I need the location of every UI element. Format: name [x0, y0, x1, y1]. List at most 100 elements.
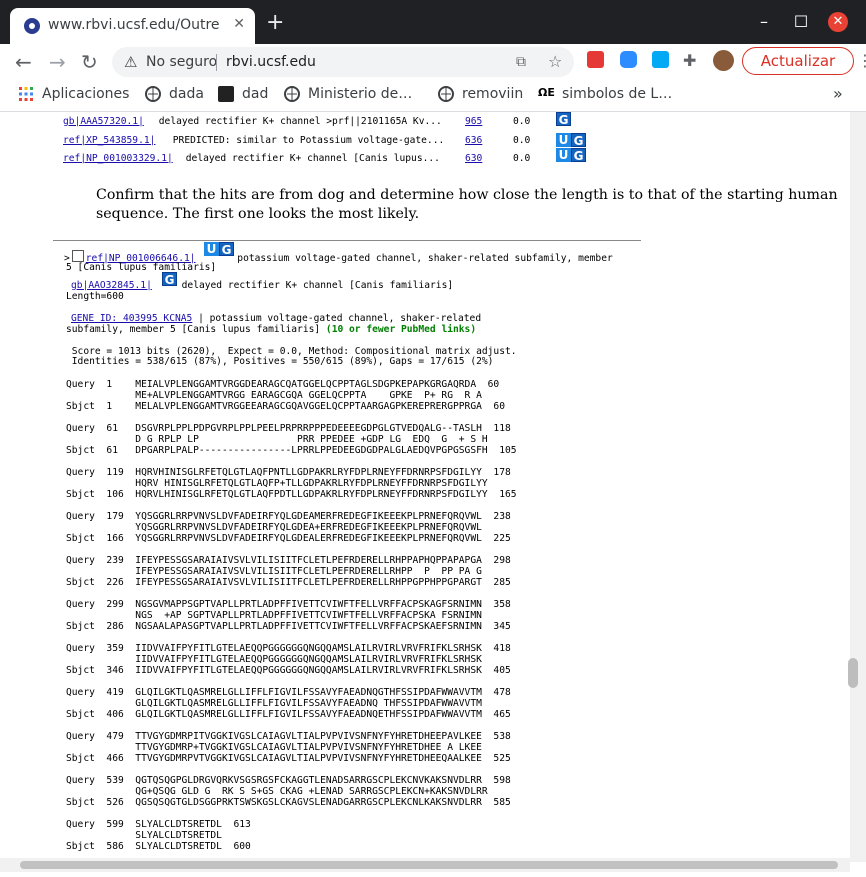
- vertical-scrollbar[interactable]: [850, 112, 866, 862]
- globe-icon: [438, 86, 454, 102]
- extensions-puzzle-icon[interactable]: ✚: [683, 51, 696, 70]
- unigene-u-icon[interactable]: U: [204, 242, 219, 256]
- tab-close-icon[interactable]: ✕: [233, 16, 245, 32]
- zoom-icon[interactable]: [620, 51, 637, 68]
- record-description: potassium voltage-gated channel, shaker-…: [231, 253, 613, 264]
- hit-row: gb|AAA57320.1| delayed rectifier K+ chan…: [63, 112, 623, 130]
- hit-evalue: 0.0: [513, 116, 531, 127]
- record-length: Length=600: [66, 291, 124, 302]
- address-bar[interactable]: ⚠ No seguro rbvi.ucsf.edu ⧉ ☆: [112, 47, 574, 77]
- divider: [216, 54, 217, 71]
- pubmed-links[interactable]: (10 or fewer PubMed links): [326, 324, 476, 335]
- new-tab-button[interactable]: +: [266, 12, 284, 34]
- alignment-query-line: Query 419 GLQILGKTLQASMRELGLLIFFLFIGVILF…: [66, 687, 511, 698]
- alignment-query-line: Query 299 NGSGVMAPPSGPTVAPLLPRTLADPFFIVE…: [66, 599, 511, 610]
- gene-line: GENE ID: 403995 KCNA5 | potassium voltag…: [71, 313, 481, 324]
- url-text[interactable]: rbvi.ucsf.edu: [226, 54, 316, 70]
- alignment-subject-line: Sbjct 526 QGSQSQGTGLDSGGPRKTSWSKGSLCKAGV…: [66, 796, 511, 808]
- profile-avatar[interactable]: [713, 50, 734, 71]
- tab-strip: www.rbvi.ucsf.edu/Outre ✕ + – ☐ ✕: [0, 0, 866, 44]
- record-description: delayed rectifier K+ channel [Canis fami…: [175, 280, 454, 291]
- alignment-match-line: QG+QSQG GLD G RK S S+GS CKAG +LENAD SARR…: [66, 785, 488, 797]
- apps-grid-icon[interactable]: [18, 86, 34, 102]
- bookmark-simbolos[interactable]: simbolos de L…: [562, 86, 672, 102]
- gene-id-link[interactable]: GENE ID: 403995 KCNA5: [71, 313, 192, 324]
- bookmarks-bar: Aplicaciones dada dad Ministerio de… rem…: [0, 80, 866, 112]
- alignment-subject-line: Sbjct 226 IFEYPESSGSARAIAIVSVLVILISIITFC…: [66, 576, 511, 588]
- minimize-icon[interactable]: –: [754, 12, 774, 31]
- alignment-subject-line: Sbjct 106 HQRVLHINISGLRFETQLGTLAQFPDTLLG…: [66, 488, 517, 500]
- bookmarks-overflow-icon[interactable]: »: [833, 84, 843, 103]
- record-description-cont: 5 [Canis lupus familiaris]: [66, 262, 217, 273]
- gene-g-icon[interactable]: G: [219, 242, 234, 257]
- hit-description: delayed rectifier K+ channel >prf||21011…: [153, 116, 442, 127]
- site-icon: ΩE: [538, 86, 555, 99]
- window-close-icon[interactable]: ✕: [828, 12, 848, 32]
- accession-link[interactable]: gb|AAO32845.1|: [71, 280, 152, 291]
- alignment-match-line: IFEYPESSGSARAIAIVSVLVILISIITFCLETLPEFRDE…: [66, 565, 482, 577]
- alignment-match-line: GLQILGKTLQASMRELGLLIFFLFIGVILFSSAVYFAEAD…: [66, 697, 482, 709]
- browser-toolbar: ← → ↻ ⚠ No seguro rbvi.ucsf.edu ⧉ ☆ ✚ Ac…: [0, 44, 866, 80]
- globe-icon: [284, 86, 300, 102]
- alignment-query-line: Query 119 HQRVHINISGLRFETQLGTLAQFPNTLLGD…: [66, 467, 511, 478]
- hit-score-link[interactable]: 636: [465, 135, 482, 146]
- horizontal-scroll-thumb[interactable]: [20, 861, 838, 869]
- alignment-match-line: SLYALCLDTSRETDL: [66, 829, 222, 841]
- alignment-query-line: Query 599 SLYALCLDTSRETDL 613: [66, 819, 251, 830]
- update-button[interactable]: Actualizar: [742, 47, 854, 75]
- gene-description: | potassium voltage-gated channel, shake…: [192, 313, 482, 324]
- gene-g-icon[interactable]: G: [571, 133, 586, 148]
- hit-description: PREDICTED: similar to Potassium voltage-…: [167, 135, 445, 146]
- back-arrow-icon[interactable]: ←: [15, 50, 32, 74]
- alignment-query-line: Query 539 QGTQSQGPGLDRGVQRKVSGSRGSFCKAGG…: [66, 775, 511, 786]
- alignment-query-line: Query 61 DSGVRPLPPLPDPGVRPLPPLPEELPRPRRP…: [66, 423, 511, 434]
- identities-line: Identities = 538/615 (87%), Positives = …: [66, 356, 494, 367]
- extension-cube-icon[interactable]: [652, 51, 669, 68]
- browser-tab[interactable]: www.rbvi.ucsf.edu/Outre ✕: [10, 8, 255, 44]
- site-icon: [218, 86, 234, 102]
- alignment-match-line: NGS +AP SGPTVAPLLPRTLADPFFIVETTCVIWFTFEL…: [66, 609, 482, 621]
- tab-title: www.rbvi.ucsf.edu/Outre: [48, 17, 220, 33]
- alignment-subject-line: Sbjct 586 SLYALCLDTSRETDL 600: [66, 840, 251, 852]
- divider: [53, 240, 641, 241]
- maximize-icon[interactable]: ☐: [791, 12, 811, 31]
- alignment-subject-line: Sbjct 466 TTVGYGDMRPVTVGGKIVGSLCAIAGVLTI…: [66, 752, 511, 764]
- alignment-query-line: Query 179 YQSGGRLRRPVNVSLDVFADEIRFYQLGDE…: [66, 511, 511, 522]
- alignment-subject-line: Sbjct 1 MELALVPLENGGAMTVRGGEEARAGCGQAVGG…: [66, 400, 505, 412]
- alignment-query-line: Query 1 MEIALVPLENGGAMTVRGGDEARAGCQATGGE…: [66, 379, 500, 390]
- hit-description: delayed rectifier K+ channel [Canis lupu…: [180, 153, 440, 164]
- reload-icon[interactable]: ↻: [81, 50, 98, 74]
- bookmark-ministerio[interactable]: Ministerio de…: [308, 86, 412, 102]
- page-content: gb|AAA57320.1| delayed rectifier K+ chan…: [0, 112, 866, 877]
- alignment-subject-line: Sbjct 61 DPGARPLPALP----------------LPRR…: [66, 444, 517, 456]
- extension-red-icon[interactable]: [587, 51, 604, 68]
- unigene-u-icon[interactable]: U: [556, 148, 571, 162]
- hit-accession-link[interactable]: ref|XP_543859.1|: [63, 135, 155, 146]
- alignment-match-line: YQSGGRLRRPVNVSLDVFADEIRFYQLGDEA+ERFREDEG…: [66, 521, 482, 533]
- translate-icon[interactable]: ⧉: [516, 54, 526, 70]
- forward-arrow-icon[interactable]: →: [49, 50, 66, 74]
- hit-accession-link[interactable]: ref|NP_001003329.1|: [63, 153, 173, 164]
- alignment-match-line: IIDVVAIFPYFITLGTELAEQQPGGGGGGQNGQQAMSLAI…: [66, 653, 482, 665]
- bookmark-dad[interactable]: dad: [242, 86, 268, 102]
- gene-g-icon[interactable]: G: [162, 272, 177, 287]
- bookmark-dada[interactable]: dada: [169, 86, 204, 102]
- bookmark-star-icon[interactable]: ☆: [548, 52, 562, 71]
- record-line: gb|AAO32845.1| delayed rectifier K+ chan…: [71, 280, 453, 291]
- menu-kebab-icon[interactable]: ⋮: [857, 51, 866, 70]
- select-checkbox[interactable]: [71, 250, 84, 262]
- hit-score-link[interactable]: 630: [465, 153, 482, 164]
- gene-g-icon[interactable]: G: [556, 112, 571, 127]
- alignment-match-line: ME+ALVPLENGGAMTVRGG EARAGCGQA GGELQCPPTA…: [66, 389, 482, 401]
- security-label[interactable]: No seguro: [146, 54, 217, 70]
- warning-icon[interactable]: ⚠: [124, 53, 137, 71]
- unigene-u-icon[interactable]: U: [556, 133, 571, 147]
- bookmark-removiin[interactable]: removiin: [462, 86, 523, 102]
- hit-score-link[interactable]: 965: [465, 116, 482, 127]
- hit-accession-link[interactable]: gb|AAA57320.1|: [63, 116, 144, 127]
- alignment-subject-line: Sbjct 166 YQSGGRLRRPVNVSLDVFADEIRFYQLGDE…: [66, 532, 511, 544]
- gene-g-icon[interactable]: G: [571, 148, 586, 163]
- vertical-scroll-thumb[interactable]: [848, 658, 858, 688]
- bookmark-aplicaciones[interactable]: Aplicaciones: [42, 86, 129, 102]
- alignment-subject-line: Sbjct 286 NGSAALAPASGPTVAPLLPRTLADPFFIVE…: [66, 620, 511, 632]
